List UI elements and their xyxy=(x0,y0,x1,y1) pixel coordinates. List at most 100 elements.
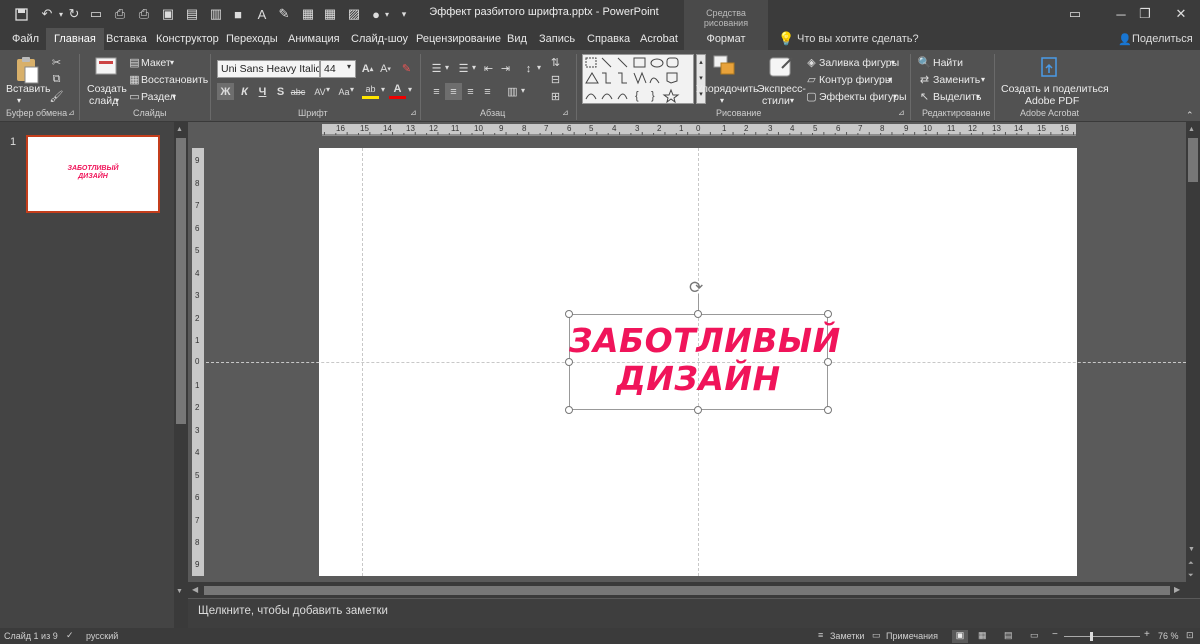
shape-outline-button[interactable]: Контур фигуры xyxy=(819,73,892,87)
increase-font-size-icon[interactable]: A ▴ xyxy=(359,60,376,77)
zoom-out-icon[interactable]: − xyxy=(1052,629,1058,640)
font-name-combobox[interactable]: Uni Sans Heavy Italic C xyxy=(217,60,320,78)
tab-format[interactable]: Формат xyxy=(684,28,768,50)
highlight-dropdown-icon[interactable]: ▾ xyxy=(381,85,385,94)
numbering-icon[interactable]: ☰ xyxy=(455,60,472,77)
shapes-dropdown-icon[interactable]: ▾ xyxy=(382,4,392,24)
line-spacing-icon[interactable]: ↕ xyxy=(520,60,537,77)
adobe-pdf-icon[interactable] xyxy=(1038,56,1060,80)
scroll-down-icon[interactable]: ▼ xyxy=(1188,546,1195,553)
section-dropdown-icon[interactable]: ▾ xyxy=(172,90,176,104)
quick-styles-icon[interactable] xyxy=(768,54,794,80)
tell-me-input[interactable]: Что вы хотите сделать? xyxy=(797,33,919,45)
highlight-color-icon[interactable]: ab xyxy=(362,82,379,99)
shapes-icon[interactable]: ■ xyxy=(228,4,248,24)
thumbnail-scroll-down-icon[interactable]: ▼ xyxy=(176,588,183,595)
italic-button[interactable]: К xyxy=(236,83,253,100)
align-left-icon[interactable]: ≡ xyxy=(428,83,445,100)
scroll-right-icon[interactable]: ▶ xyxy=(1174,585,1180,594)
layout-dropdown-icon[interactable]: ▾ xyxy=(170,56,174,70)
zoom-level[interactable]: 76 % xyxy=(1158,631,1179,641)
line-spacing-dropdown-icon[interactable]: ▾ xyxy=(537,63,541,72)
paste-icon[interactable] xyxy=(14,55,40,85)
bullets-dropdown-icon[interactable]: ▾ xyxy=(445,63,449,72)
slide-counter[interactable]: Слайд 1 из 9 xyxy=(4,631,58,641)
shape-fill-button[interactable]: Заливка фигуры xyxy=(819,56,899,70)
columns-icon[interactable]: ▥ xyxy=(504,83,521,100)
save-icon[interactable] xyxy=(10,4,32,24)
notes-placeholder[interactable]: Щелкните, чтобы добавить заметки xyxy=(198,605,388,617)
new-slide-dropdown-icon[interactable]: ▾ xyxy=(115,94,119,108)
scroll-up-icon[interactable]: ▲ xyxy=(1188,126,1195,133)
notes-toggle[interactable]: Заметки xyxy=(830,631,864,641)
close-icon[interactable]: ✕ xyxy=(1158,0,1200,28)
spellcheck-icon[interactable]: ✓ xyxy=(66,630,74,641)
decrease-indent-icon[interactable]: ⇤ xyxy=(480,60,497,77)
select-dropdown-icon[interactable]: ▾ xyxy=(976,90,980,104)
share-icon[interactable]: 👤 xyxy=(1118,33,1132,46)
font-color-icon[interactable]: A xyxy=(389,82,406,99)
tab-slideshow[interactable]: Слайд-шоу xyxy=(343,28,416,50)
slide-title-text[interactable]: ЗАБОТЛИВЫЙ ДИЗАЙН xyxy=(569,322,840,398)
brush-icon[interactable]: ✎ xyxy=(274,4,294,24)
resize-handle[interactable] xyxy=(824,310,832,318)
image-icon[interactable]: ▨ xyxy=(344,4,364,24)
slide-sorter-icon[interactable]: ▦ xyxy=(978,630,987,641)
zoom-in-icon[interactable]: + xyxy=(1144,629,1150,640)
align-text-icon[interactable]: ⊟ xyxy=(547,71,564,88)
smartart-convert-icon[interactable]: ⊞ xyxy=(547,88,564,105)
reading-view-icon[interactable]: ▤ xyxy=(1004,630,1013,641)
paragraph-launcher-icon[interactable]: ⊿ xyxy=(562,108,569,117)
arrange-button[interactable]: Упорядочить xyxy=(696,82,758,96)
replace-button[interactable]: Заменить xyxy=(933,73,980,87)
vertical-scroll-thumb[interactable] xyxy=(1188,138,1198,182)
tab-insert[interactable]: Вставка xyxy=(98,28,155,50)
tab-acrobat[interactable]: Acrobat xyxy=(632,28,686,50)
shapes-gallery[interactable]: { } xyxy=(582,54,694,104)
paste-dropdown-icon[interactable]: ▾ xyxy=(17,94,21,108)
decrease-font-size-icon[interactable]: A ▾ xyxy=(377,60,394,77)
arrange-icon[interactable] xyxy=(712,54,738,80)
shape-effects-dropdown-icon[interactable]: ▾ xyxy=(893,90,897,104)
section-button[interactable]: Раздел xyxy=(141,90,176,104)
comments-toggle[interactable]: Примечания xyxy=(886,631,938,641)
shape-outline-dropdown-icon[interactable]: ▾ xyxy=(888,73,892,87)
increase-indent-icon[interactable]: ⇥ xyxy=(497,60,514,77)
tab-design[interactable]: Конструктор xyxy=(148,28,227,50)
horizontal-scroll-thumb[interactable] xyxy=(204,586,1170,595)
quick-print-icon[interactable]: ⎙ xyxy=(134,4,154,24)
previous-slide-icon[interactable]: ⏶ xyxy=(1188,560,1194,568)
tab-record[interactable]: Запись xyxy=(531,28,583,50)
rotate-handle-icon[interactable]: ⟳ xyxy=(689,278,703,298)
slideshow-icon[interactable]: ▣ xyxy=(158,4,178,24)
strikethrough-button[interactable]: abc xyxy=(288,83,308,100)
case-dropdown-icon[interactable]: ▾ xyxy=(350,85,354,94)
underline-button[interactable]: Ч xyxy=(254,83,271,100)
undo-icon[interactable]: ↶ xyxy=(36,4,58,24)
thumbnail-scroll-up-icon[interactable]: ▲ xyxy=(176,126,183,133)
ribbon-display-options-icon[interactable]: ▭ xyxy=(1052,0,1098,28)
resize-handle[interactable] xyxy=(565,358,573,366)
thumbnail-scroll-thumb[interactable] xyxy=(176,138,186,424)
tab-home[interactable]: Главная xyxy=(46,28,104,50)
format-painter-icon[interactable]: 🖌 xyxy=(48,88,65,105)
zoom-slider-thumb[interactable] xyxy=(1090,632,1093,641)
quick-styles-dropdown-icon[interactable]: ▾ xyxy=(790,94,794,108)
clipboard-launcher-icon[interactable]: ⊿ xyxy=(68,108,75,117)
text-direction-icon[interactable]: ⇅ xyxy=(547,54,564,71)
layout-button[interactable]: Макет xyxy=(141,56,171,70)
align-center-icon[interactable]: ≡ xyxy=(445,83,462,100)
language-status[interactable]: русский xyxy=(86,631,118,641)
spacing-dropdown-icon[interactable]: ▾ xyxy=(326,85,330,94)
font-color-dropdown-icon[interactable]: ▾ xyxy=(408,85,412,94)
slide-thumbnail[interactable]: ЗАБОТЛИВЫЙ ДИЗАЙН xyxy=(26,135,160,213)
fit-to-window-icon[interactable]: ⊡ xyxy=(1186,630,1194,641)
slideshow-view-icon[interactable]: ▭ xyxy=(1030,630,1039,641)
shadow-button[interactable]: S xyxy=(272,83,289,100)
table-icon[interactable]: ▦ xyxy=(320,4,340,24)
normal-view-icon[interactable]: ▣ xyxy=(952,630,968,643)
align-right-icon[interactable]: ≡ xyxy=(462,83,479,100)
resize-handle[interactable] xyxy=(824,358,832,366)
clear-formatting-icon[interactable]: ✎ xyxy=(398,60,415,77)
copy-icon[interactable]: ⧉ xyxy=(48,71,65,88)
